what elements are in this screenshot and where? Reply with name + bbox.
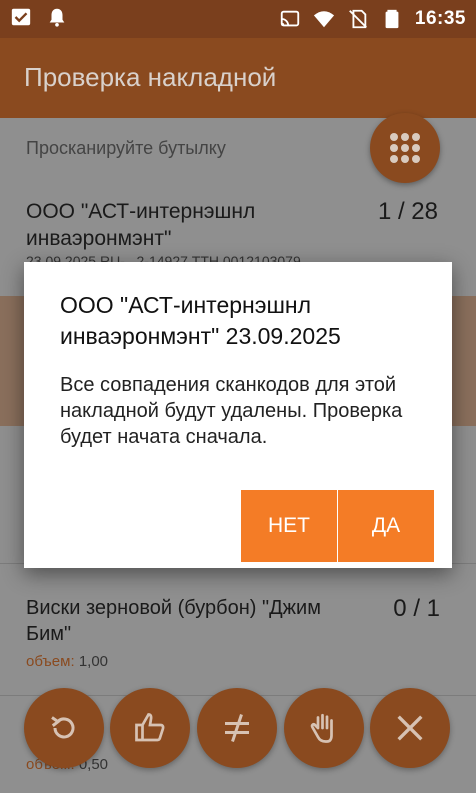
check-notification-icon — [11, 8, 31, 26]
battery-icon — [385, 9, 399, 29]
hand-button[interactable] — [284, 688, 364, 768]
bottom-actions — [0, 688, 476, 768]
scan-hint: Просканируйте бутылку — [26, 138, 226, 158]
keypad-icon — [390, 133, 420, 163]
list-item[interactable]: Виски зерновой (бурбон) "Джим Бим" 0 / 1… — [26, 595, 456, 670]
page-title: Проверка накладной — [24, 62, 277, 92]
app-bar: Проверка накладной — [0, 38, 476, 118]
volume-label: объем: — [26, 653, 75, 670]
thumbs-up-icon — [135, 713, 165, 742]
close-button[interactable] — [370, 688, 450, 768]
item-name: Виски зерновой (бурбон) "Джим Бим" — [26, 597, 321, 645]
item-count: 0 / 1 — [393, 595, 440, 622]
wifi-icon — [313, 11, 334, 28]
status-bar: 16:35 — [0, 0, 476, 38]
refresh-icon — [51, 716, 75, 739]
not-equal-button[interactable] — [197, 688, 277, 768]
document-row[interactable]: ООО "АСТ-интернэшнл инваэронмэнт" 1 / 28… — [26, 198, 446, 266]
not-equal-icon — [225, 714, 249, 742]
cast-icon — [280, 10, 300, 27]
document-name: ООО "АСТ-интернэшнл инваэронмэнт" — [26, 200, 256, 250]
dialog-message: Все совпадения сканкодов для этой наклад… — [60, 374, 403, 448]
dialog-title: ООО "АСТ-интернэшнл инваэронмэнт" 23.09.… — [60, 292, 341, 349]
refresh-button[interactable] — [24, 688, 104, 768]
status-time: 16:35 — [414, 8, 466, 29]
volume-value: 1,00 — [78, 653, 109, 670]
document-count: 1 / 28 — [377, 198, 438, 225]
no-button[interactable]: НЕТ — [241, 490, 337, 562]
thumbs-up-button[interactable] — [110, 688, 190, 768]
yes-button[interactable]: ДА — [338, 490, 434, 562]
alarm-icon — [49, 8, 65, 27]
hand-icon — [310, 713, 333, 743]
item-volume: объем: 1,00 — [26, 653, 456, 670]
close-icon — [397, 715, 423, 741]
keypad-button[interactable] — [370, 113, 440, 183]
confirm-dialog: ООО "АСТ-интернэшнл инваэронмэнт" 23.09.… — [24, 262, 452, 568]
no-sim-icon — [348, 9, 367, 29]
